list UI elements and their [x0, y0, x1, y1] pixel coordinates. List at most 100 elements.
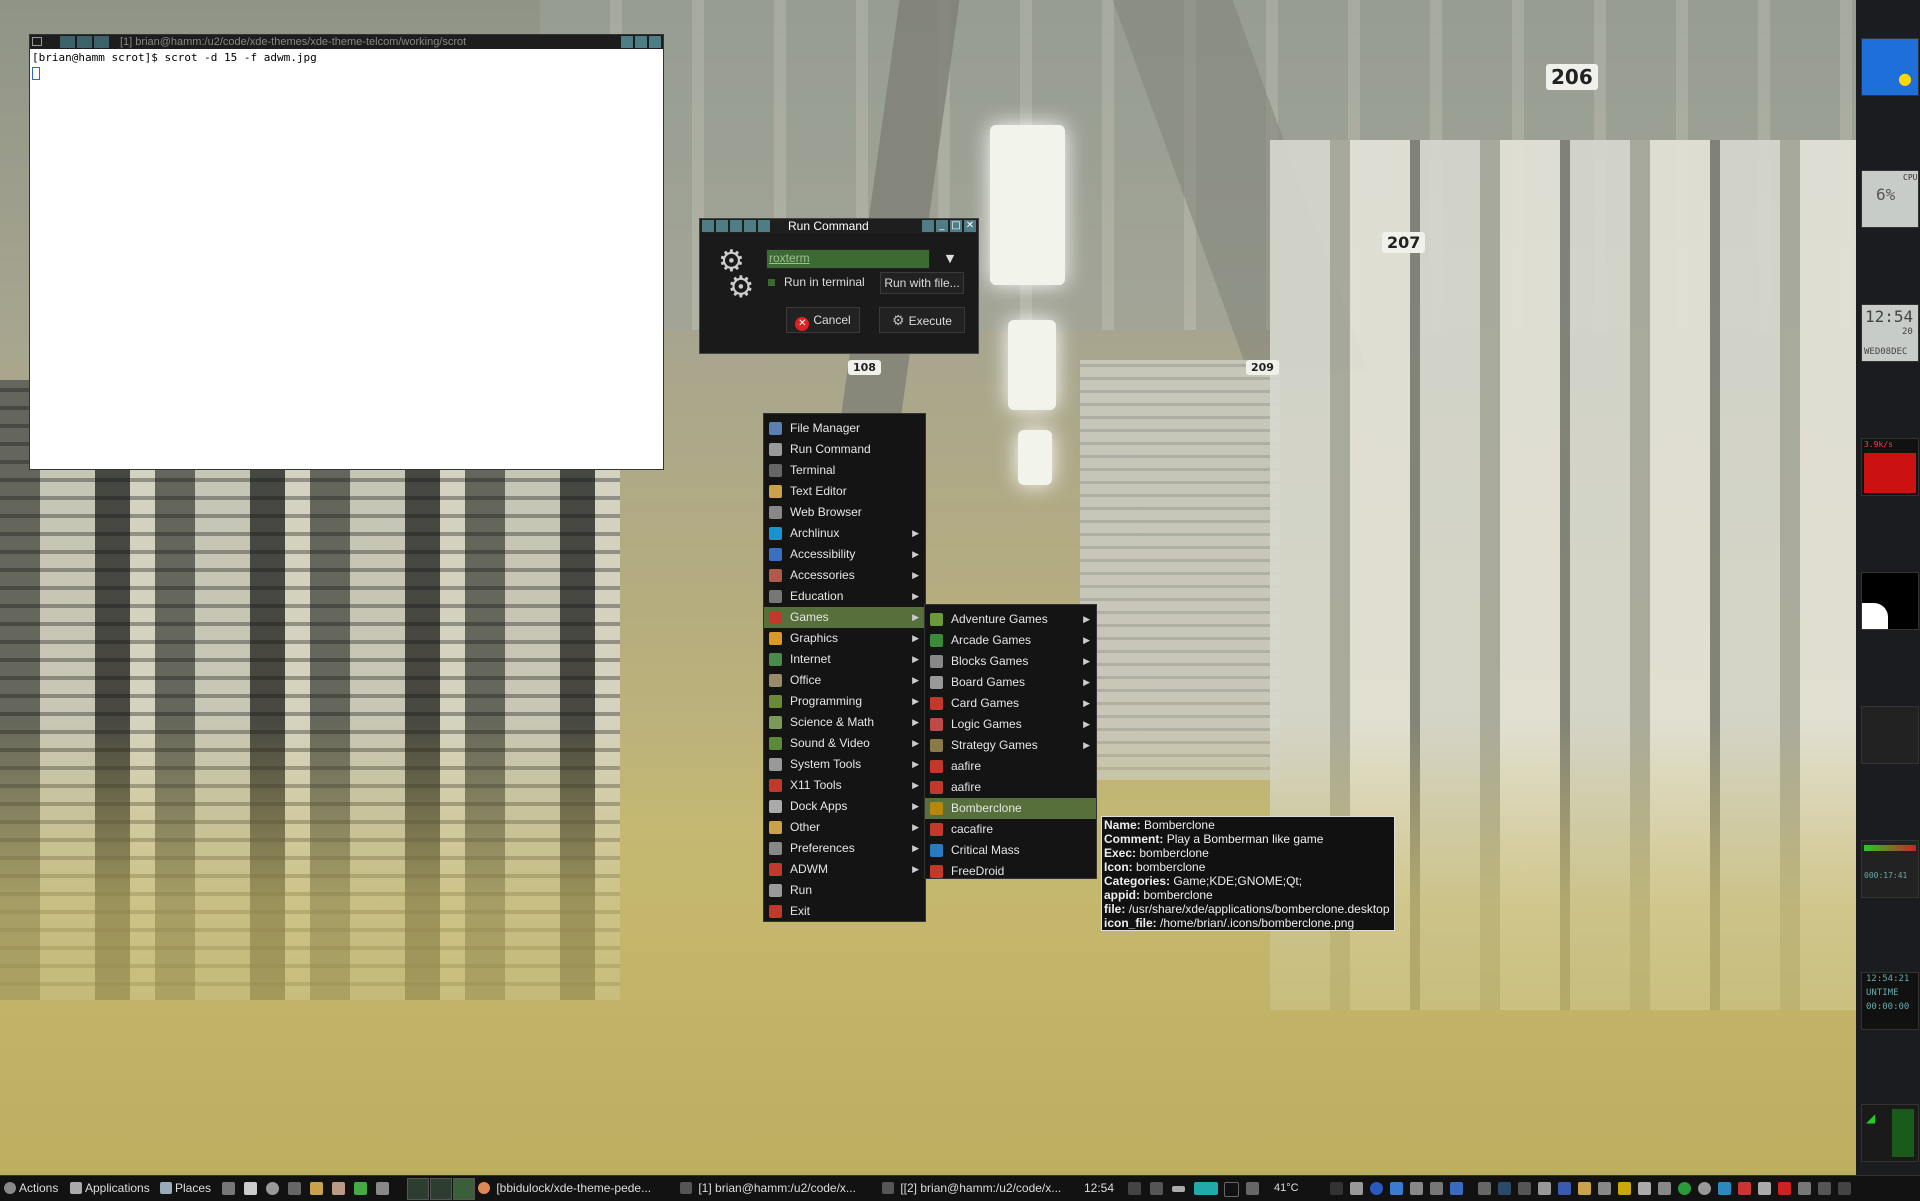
- editor-launcher-icon[interactable]: [310, 1182, 323, 1195]
- main-menu-item[interactable]: X11 Tools ▶: [764, 775, 925, 796]
- main-menu-item[interactable]: Education ▶: [764, 586, 925, 607]
- files-launcher-icon[interactable]: [222, 1182, 235, 1195]
- games-menu-item[interactable]: cacafire: [925, 819, 1096, 840]
- keyboard-icon[interactable]: [1172, 1186, 1185, 1192]
- cancel-button[interactable]: ✕ Cancel: [786, 307, 860, 333]
- maximize-button[interactable]: □: [950, 220, 962, 232]
- main-menu-item[interactable]: Programming ▶: [764, 691, 925, 712]
- main-menu-item[interactable]: Dock Apps ▶: [764, 796, 925, 817]
- main-menu-item[interactable]: Internet ▶: [764, 649, 925, 670]
- speaker-icon[interactable]: [1430, 1182, 1443, 1195]
- games-menu-item[interactable]: aafire: [925, 756, 1096, 777]
- actions-menu-button[interactable]: Actions: [4, 1176, 58, 1201]
- main-menu-item[interactable]: Text Editor: [764, 481, 925, 502]
- weather-icon[interactable]: [1718, 1182, 1731, 1195]
- titlebar-button[interactable]: [730, 220, 742, 232]
- main-menu-item[interactable]: Terminal: [764, 460, 925, 481]
- play-icon[interactable]: [1330, 1182, 1343, 1195]
- chevron-down-icon[interactable]: ▼: [940, 250, 960, 268]
- task-browser[interactable]: [bbidulock/xde-theme-pede...: [478, 1176, 668, 1201]
- terminal-titlebar[interactable]: [1] brian@hamm:/u2/code/xde-themes/xde-t…: [30, 35, 663, 49]
- workspace-dockapp[interactable]: ●: [1861, 38, 1919, 96]
- main-menu-item[interactable]: System Tools ▶: [764, 754, 925, 775]
- run-command-titlebar[interactable]: Run Command _ □ ✕: [700, 219, 978, 233]
- browser-launcher-icon[interactable]: [266, 1182, 279, 1195]
- run-command-dialog[interactable]: Run Command _ □ ✕ ⚙ ⚙ roxterm ▼ Run in t…: [699, 218, 979, 354]
- uptime-dockapp[interactable]: 12:54:21 UNTIME 00:00:00: [1861, 972, 1919, 1030]
- user-icon[interactable]: [1370, 1182, 1383, 1195]
- games-menu-item[interactable]: Adventure Games ▶: [925, 609, 1096, 630]
- tray-icon[interactable]: [1598, 1182, 1611, 1195]
- main-menu-item[interactable]: Office ▶: [764, 670, 925, 691]
- target-icon[interactable]: [1698, 1182, 1711, 1195]
- display-icon[interactable]: [1450, 1182, 1463, 1195]
- games-menu-item[interactable]: Arcade Games ▶: [925, 630, 1096, 651]
- cpu-graph-icon[interactable]: [1194, 1182, 1218, 1195]
- tray-icon[interactable]: [1818, 1182, 1831, 1195]
- close-button[interactable]: [649, 36, 661, 48]
- empty-dockapp[interactable]: [1861, 706, 1919, 764]
- notes-icon[interactable]: [1578, 1182, 1591, 1195]
- main-menu-item[interactable]: Science & Math ▶: [764, 712, 925, 733]
- battery-icon[interactable]: [1128, 1182, 1141, 1195]
- tray-icon[interactable]: [1838, 1182, 1851, 1195]
- task-terminal-2[interactable]: [[2] brian@hamm:/u2/code/x...: [882, 1176, 1072, 1201]
- games-menu-item[interactable]: aafire: [925, 777, 1096, 798]
- titlebar-button[interactable]: [716, 220, 728, 232]
- usb-icon[interactable]: [1150, 1182, 1163, 1195]
- blank-dockapp[interactable]: [1861, 572, 1919, 630]
- documents-launcher-icon[interactable]: [244, 1182, 257, 1195]
- terminal-launcher-icon[interactable]: [288, 1182, 301, 1195]
- games-menu-item[interactable]: Board Games ▶: [925, 672, 1096, 693]
- main-menu-item[interactable]: Exit: [764, 901, 925, 922]
- places-menu-button[interactable]: Places: [160, 1176, 211, 1201]
- terminal-window[interactable]: [1] brian@hamm:/u2/code/xde-themes/xde-t…: [29, 34, 664, 470]
- workspace-1[interactable]: [407, 1178, 429, 1200]
- main-menu-item[interactable]: Games ▶: [764, 607, 925, 628]
- run-in-terminal-checkbox[interactable]: [768, 279, 775, 286]
- main-menu-item[interactable]: File Manager: [764, 418, 925, 439]
- bluetooth-icon[interactable]: [1390, 1182, 1403, 1195]
- monitor-icon[interactable]: [1498, 1182, 1511, 1195]
- games-menu-item[interactable]: Card Games ▶: [925, 693, 1096, 714]
- main-menu-item[interactable]: Run Command: [764, 439, 925, 460]
- main-menu-item[interactable]: Run: [764, 880, 925, 901]
- window-menu-button[interactable]: [702, 220, 714, 232]
- run-in-terminal-label[interactable]: Run in terminal: [784, 275, 865, 289]
- tray-icon[interactable]: [1798, 1182, 1811, 1195]
- cpu-monitor-dockapp[interactable]: CPU 6%: [1861, 170, 1919, 228]
- settings-launcher-icon[interactable]: [376, 1182, 389, 1195]
- applications-menu-button[interactable]: Applications: [70, 1176, 150, 1201]
- main-menu-item[interactable]: Accessibility ▶: [764, 544, 925, 565]
- taskbar-clock[interactable]: 12:54: [1084, 1176, 1114, 1201]
- clock-dockapp[interactable]: 12:54 20 WED08DEC: [1861, 304, 1919, 362]
- games-menu-item[interactable]: Critical Mass: [925, 840, 1096, 861]
- main-menu-item[interactable]: Web Browser: [764, 502, 925, 523]
- tray-icon[interactable]: [1478, 1182, 1491, 1195]
- execute-button[interactable]: ⚙ Execute: [879, 307, 965, 333]
- maximize-button[interactable]: [635, 36, 647, 48]
- terminal-content[interactable]: [brian@hamm scrot]$ scrot -d 15 -f adwm.…: [30, 49, 663, 85]
- tray-icon[interactable]: [1638, 1182, 1651, 1195]
- workspace-2[interactable]: [430, 1178, 452, 1200]
- main-menu-item[interactable]: Accessories ▶: [764, 565, 925, 586]
- titlebar-button[interactable]: [758, 220, 770, 232]
- games-menu-item[interactable]: Blocks Games ▶: [925, 651, 1096, 672]
- main-menu-item[interactable]: Preferences ▶: [764, 838, 925, 859]
- workspace-3[interactable]: [453, 1178, 475, 1200]
- games-menu-item[interactable]: Logic Games ▶: [925, 714, 1096, 735]
- volume-icon[interactable]: [1350, 1182, 1363, 1195]
- titlebar-button[interactable]: [94, 36, 109, 48]
- tray-icon[interactable]: [1658, 1182, 1671, 1195]
- main-menu-item[interactable]: ADWM ▶: [764, 859, 925, 880]
- pencil-icon[interactable]: [1618, 1182, 1631, 1195]
- network-icon[interactable]: [1558, 1182, 1571, 1195]
- tray-icon[interactable]: [1518, 1182, 1531, 1195]
- games-menu-item[interactable]: FreeDroid: [925, 861, 1096, 882]
- network-monitor-dockapp[interactable]: 3.9k/s: [1861, 438, 1919, 496]
- close-button[interactable]: ✕: [964, 220, 976, 232]
- volume-bar[interactable]: [1892, 1109, 1914, 1157]
- games-menu-item[interactable]: Strategy Games ▶: [925, 735, 1096, 756]
- titlebar-button[interactable]: [744, 220, 756, 232]
- command-input[interactable]: roxterm: [766, 249, 930, 269]
